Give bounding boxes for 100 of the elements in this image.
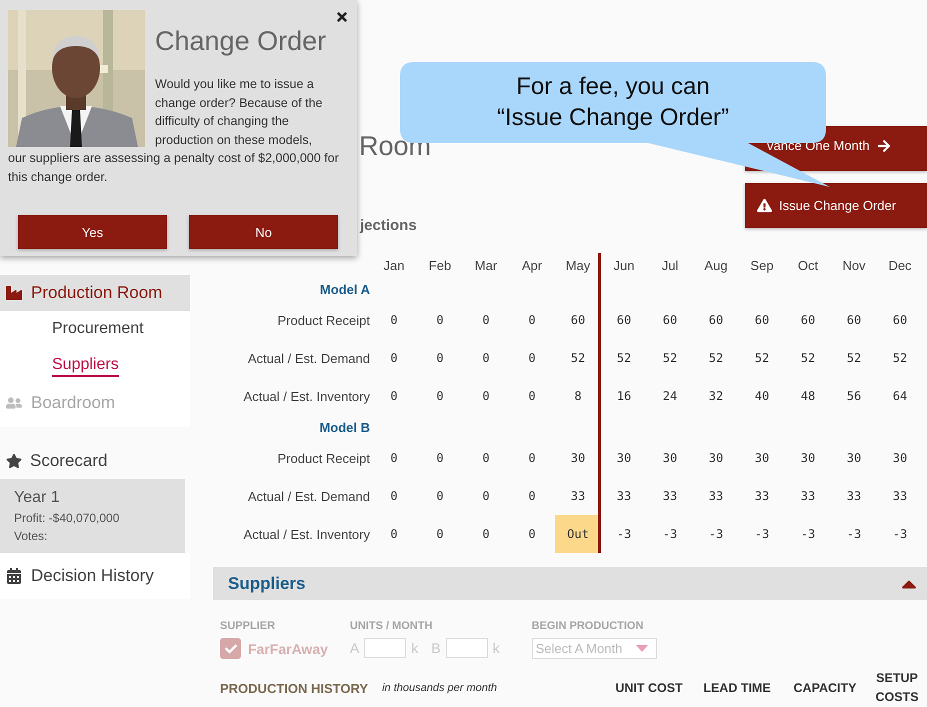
table-cell: -3: [662, 527, 678, 541]
table-cell: 33: [570, 489, 586, 503]
month-header: Apr: [522, 258, 542, 272]
warning-icon: [757, 198, 772, 213]
nav-subitem[interactable]: Procurement: [52, 320, 144, 339]
table-cell: 0: [390, 351, 398, 365]
row-label: Actual / Est. Demand: [248, 488, 370, 504]
table-cell: 0: [528, 527, 536, 541]
table-cell: -3: [846, 527, 862, 541]
table-cell: 33: [800, 489, 816, 503]
history-note: in thousands per month: [382, 682, 498, 694]
scorecard-link[interactable]: Scorecard: [30, 451, 108, 471]
table-cell: 32: [708, 389, 724, 403]
arrow-right-icon: [876, 138, 891, 152]
close-icon[interactable]: [335, 10, 349, 24]
table-cell: 33: [662, 489, 678, 503]
table-cell: 16: [616, 389, 632, 403]
table-cell: -3: [800, 527, 816, 541]
row-label: Actual / Est. Inventory: [244, 388, 370, 404]
table-cell: 0: [482, 351, 490, 365]
section-header[interactable]: Suppliers: [213, 567, 927, 600]
table-cell: 60: [616, 313, 632, 327]
table-cell: 0: [528, 313, 536, 327]
column-header: CAPACITY: [792, 680, 858, 696]
row-label: Product Receipt: [278, 312, 370, 328]
month-header: Jul: [662, 258, 678, 272]
month-header: Jan: [384, 258, 404, 272]
table-cell: 48: [800, 389, 816, 403]
table-cell: 30: [662, 451, 678, 465]
table-cell: 0: [390, 527, 398, 541]
section-heading: jections: [360, 216, 417, 236]
table-cell: 30: [570, 451, 586, 465]
month-header: Jun: [614, 258, 634, 272]
table-cell: 56: [846, 389, 862, 403]
table-cell: 0: [436, 389, 444, 403]
table-cell: 30: [616, 451, 632, 465]
table-cell: 30: [754, 451, 770, 465]
issue-change-order-button[interactable]: Issue Change Order: [745, 183, 927, 228]
table-cell: 33: [846, 489, 862, 503]
nav-subitem[interactable]: Suppliers: [52, 356, 119, 377]
dialog-title: Change Order: [155, 26, 328, 57]
flagged-cell: Out: [555, 515, 601, 553]
group-label: Model B: [319, 420, 370, 434]
table-cell: 33: [616, 489, 632, 503]
table-cell: 0: [436, 489, 444, 503]
table-cell: 0: [390, 313, 398, 327]
table-cell: -3: [754, 527, 770, 541]
table-cell: 0: [436, 351, 444, 365]
dialog-message: our suppliers are assessing a penalty cost of $2,000,000 for this change order.: [8, 150, 340, 186]
table-cell: 0: [528, 351, 536, 365]
factory-icon: [6, 285, 22, 301]
column-header: UNIT COST: [614, 680, 684, 696]
table-cell: 0: [390, 389, 398, 403]
table-cell: 60: [708, 313, 724, 327]
table-cell: 8: [574, 389, 582, 403]
row-label: Product Receipt: [278, 450, 370, 466]
row-label: Actual / Est. Inventory: [244, 526, 370, 542]
table-cell: 40: [754, 389, 770, 403]
table-cell: 60: [754, 313, 770, 327]
table-cell: 30: [708, 451, 724, 465]
table-cell: 0: [482, 313, 490, 327]
month-header: Oct: [798, 258, 818, 272]
table-cell: 52: [662, 351, 678, 365]
callout-text: For a fee, you can “Issue Change Order”: [496, 72, 730, 133]
table-cell: -3: [708, 527, 724, 541]
table-cell: 60: [846, 313, 862, 327]
column-header: SETUP COSTS: [875, 670, 919, 706]
table-cell: 60: [570, 313, 586, 327]
star-icon: [6, 453, 22, 469]
month-header: Sep: [750, 258, 774, 272]
caret-icon: [636, 645, 648, 652]
field-label: BEGIN PRODUCTION: [532, 620, 644, 632]
cancel-button[interactable]: No: [189, 215, 338, 249]
month-header: May: [566, 258, 590, 272]
supplier-name: FarFarAway: [248, 640, 328, 656]
table-cell: 52: [892, 351, 908, 365]
table-cell: 52: [616, 351, 632, 365]
table-cell: 33: [892, 489, 908, 503]
row-label: Actual / Est. Demand: [248, 350, 370, 366]
table-cell: 33: [708, 489, 724, 503]
table-cell: 60: [662, 313, 678, 327]
confirm-button[interactable]: Yes: [18, 215, 167, 249]
table-cell: 0: [390, 451, 398, 465]
dialog-message: Would you like me to issue a change order? Because of the difficulty of changing the production on these models,: [155, 76, 324, 149]
nav-item[interactable]: Production Room: [0, 275, 190, 311]
table-cell: 30: [846, 451, 862, 465]
table-cell: 64: [892, 389, 908, 403]
month-header: Nov: [842, 258, 866, 272]
table-cell: 0: [482, 527, 490, 541]
calendar-icon: [6, 568, 22, 584]
month-header: Dec: [888, 258, 912, 272]
table-cell: 30: [892, 451, 908, 465]
check-icon: [224, 642, 236, 654]
table-cell: 52: [754, 351, 770, 365]
table-cell: 52: [570, 351, 586, 365]
table-cell: 30: [800, 451, 816, 465]
people-icon: [6, 395, 22, 411]
table-cell: 60: [892, 313, 908, 327]
table-cell: 0: [528, 489, 536, 503]
month-header: Aug: [704, 258, 728, 272]
